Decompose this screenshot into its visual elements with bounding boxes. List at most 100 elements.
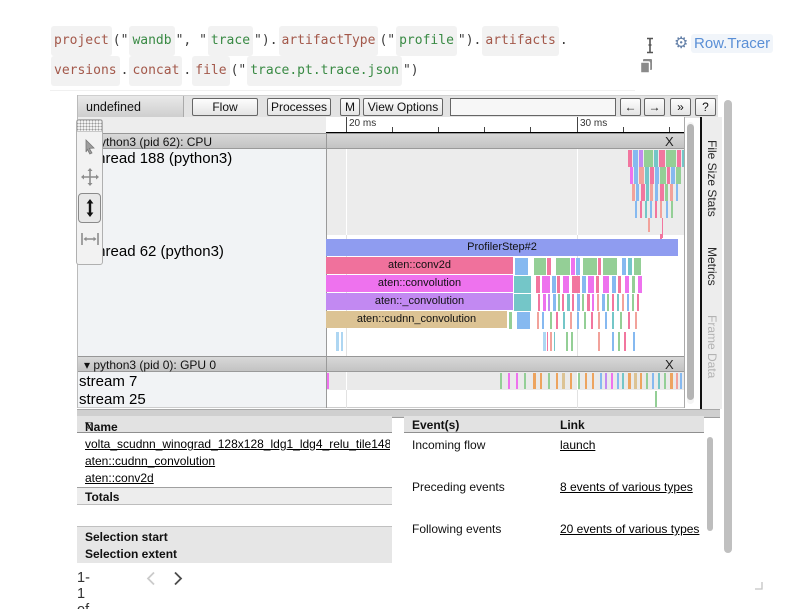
name-row-conv2d[interactable]: aten::conv2d (85, 471, 390, 485)
tool-palette (76, 119, 103, 265)
code-token-fn: file (192, 56, 229, 86)
gpu-close-button[interactable]: X (665, 357, 674, 372)
select-tool-button[interactable] (77, 132, 102, 162)
following-events-link[interactable]: 20 events of various types (560, 522, 705, 536)
following-events-label: Following events (412, 522, 501, 536)
code-token-fn: concat (129, 56, 182, 86)
name-table-header[interactable]: Name ▽ (77, 416, 392, 433)
sidebar-tabstrip: File Size Stats Metrics Frame Data (702, 117, 722, 409)
timeline-ruler[interactable] (326, 117, 684, 134)
text-cursor-icon[interactable] (644, 37, 656, 59)
metadata-button[interactable]: M (340, 98, 360, 116)
code-token-fn: versions (51, 56, 120, 86)
gear-icon[interactable]: ⚙ (674, 33, 688, 53)
nav-fast-forward-button[interactable]: » (670, 98, 691, 116)
panel-scrollbar-thumb[interactable] (724, 100, 732, 553)
trace-toolbar: undefined Flow events Processes M View O… (77, 95, 718, 118)
help-button[interactable]: ? (695, 98, 716, 116)
processes-button[interactable]: Processes (267, 98, 331, 116)
cpu-close-button[interactable]: X (665, 134, 674, 149)
pagination-next-button[interactable] (173, 571, 183, 590)
code-token-p: (" (113, 27, 129, 55)
view-options-button[interactable]: View Options (363, 98, 443, 116)
timeline-right-border (684, 117, 685, 408)
selection-band: Selection start Selection extent (77, 526, 392, 563)
query-line-2: versions.concat.file("trace.pt.trace.jso… (50, 56, 635, 86)
code-token-fn: artifactType (279, 26, 379, 56)
cudnn-convolution-bar[interactable]: aten::cudnn_convolution (326, 311, 507, 328)
totals-label: Totals (85, 490, 119, 504)
thread-62-name: thread 62 (python3) (93, 243, 224, 260)
events-table-scrollbar[interactable] (707, 437, 713, 533)
selection-extent-label: Selection extent (85, 547, 177, 561)
selection-start-label: Selection start (85, 530, 168, 544)
pan-tool-button[interactable] (77, 162, 102, 192)
trace-vertical-scrollbar[interactable] (687, 122, 694, 404)
code-token-p: ", " (176, 27, 207, 55)
thread-188-timeline[interactable] (326, 149, 684, 235)
pagination-count: 1-1 of 3 (77, 570, 90, 609)
events-column-header: Event(s) (412, 418, 459, 432)
panel-vertical-scrollbar[interactable] (724, 98, 732, 558)
underscore-convolution-bar[interactable]: aten::_convolution (326, 293, 513, 310)
convolution-bar[interactable]: aten::convolution (326, 275, 513, 292)
trace-scrollbar-thumb[interactable] (687, 124, 694, 400)
ruler-tick-20ms: 20 ms (349, 118, 376, 129)
query-code-block: project("wandb", "trace").artifactType("… (50, 26, 635, 91)
resize-grip-icon[interactable] (750, 577, 763, 595)
row-tracer-link[interactable]: Row.Tracer (691, 34, 773, 53)
ruler-left-filler (77, 117, 326, 133)
code-token-p: . (183, 57, 191, 85)
query-line-1: project("wandb", "trace").artifactType("… (50, 26, 635, 56)
code-token-str: trace.pt.trace.json (247, 56, 402, 86)
timing-tool-button[interactable] (77, 224, 102, 254)
code-token-fn: artifacts (482, 26, 558, 56)
code-token-fn: project (51, 26, 112, 56)
incoming-flow-link[interactable]: launch (560, 438, 705, 452)
pagination-prev-button[interactable] (146, 571, 156, 590)
profiler-step-bar[interactable]: ProfilerStep#2 (326, 239, 678, 256)
gpu-process-header[interactable]: ▾ python3 (pid 0): GPU 0 X (77, 356, 684, 372)
timing-range-icon (81, 232, 99, 246)
code-token-p: "). (254, 27, 277, 55)
nav-right-button[interactable]: → (644, 98, 665, 116)
trace-title-tab[interactable]: undefined (77, 96, 184, 118)
zoom-tool-button[interactable] (78, 193, 101, 223)
tab-metrics[interactable]: Metrics (705, 247, 719, 286)
conv2d-bar[interactable]: aten::conv2d (326, 257, 513, 274)
tab-frame-data[interactable]: Frame Data (705, 315, 719, 378)
flow-events-button[interactable]: Flow events (192, 98, 258, 116)
cursor-arrow-icon (83, 139, 97, 155)
code-token-p: "). (458, 27, 481, 55)
cpu-process-title: ▾ python3 (pid 62): CPU (84, 135, 212, 149)
tab-file-size-stats[interactable]: File Size Stats (705, 140, 719, 217)
nav-left-button[interactable]: ← (620, 98, 641, 116)
sort-icon: ▽ (85, 420, 92, 431)
cpu-process-header[interactable]: ▾ python3 (pid 62): CPU X (77, 133, 684, 149)
incoming-flow-label: Incoming flow (412, 438, 485, 452)
code-token-str: wandb (129, 26, 174, 56)
stream-7-timeline[interactable] (326, 372, 684, 390)
code-token-str: trace (208, 26, 253, 56)
palette-drag-handle[interactable] (77, 120, 102, 132)
code-token-p: . (121, 57, 129, 85)
code-token-p: ") (403, 57, 419, 85)
stream-25-name: stream 25 (79, 391, 146, 408)
ruler-tick-30ms: 30 ms (580, 118, 607, 129)
copy-icon[interactable] (639, 58, 654, 79)
trace-title: undefined (86, 100, 141, 114)
name-row-cudnn-convolution[interactable]: aten::cudnn_convolution (85, 454, 390, 468)
move-icon (81, 168, 99, 186)
code-token-p: . (560, 27, 568, 55)
stream-25-timeline[interactable] (326, 390, 684, 408)
name-row-volta-kernel[interactable]: volta_scudnn_winograd_128x128_ldg1_ldg4_… (85, 437, 390, 451)
page: project("wandb", "trace").artifactType("… (0, 0, 787, 609)
link-column-header: Link (560, 418, 585, 432)
vertical-zoom-icon (84, 199, 96, 217)
events-scrollbar-thumb[interactable] (707, 437, 713, 531)
trace-search-input[interactable] (450, 98, 616, 116)
code-token-str: profile (396, 26, 457, 56)
preceding-events-link[interactable]: 8 events of various types (560, 480, 705, 494)
thread-188-name: thread 188 (python3) (93, 150, 232, 167)
gpu-process-title: ▾ python3 (pid 0): GPU 0 (84, 358, 216, 372)
